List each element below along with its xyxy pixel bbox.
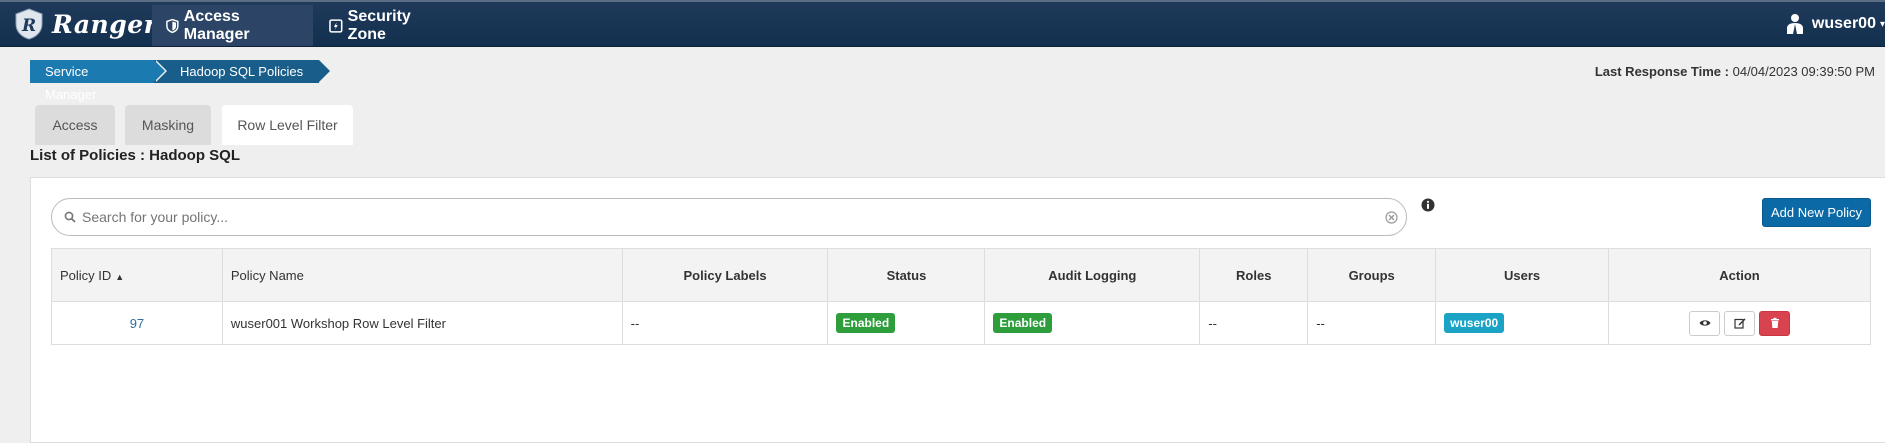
info-icon[interactable] bbox=[1421, 198, 1435, 212]
brand-name: Ranger bbox=[52, 9, 158, 39]
nav-access-manager[interactable]: Access Manager bbox=[152, 5, 313, 46]
user-menu[interactable]: wuser00 ▾ bbox=[1786, 5, 1885, 43]
nav-access-manager-label: Access Manager bbox=[183, 7, 250, 43]
col-audit-logging: Audit Logging bbox=[984, 248, 1201, 302]
policies-panel: Add New Policy Policy ID▲ Policy Name Po… bbox=[30, 177, 1885, 443]
status-badge: Enabled bbox=[836, 313, 896, 333]
clear-search-icon[interactable] bbox=[1385, 211, 1398, 224]
policies-table: Policy ID ▲ Policy Name Policy Labels Sta… bbox=[51, 248, 1871, 345]
col-policy-labels: Policy Labels bbox=[621, 248, 829, 302]
breadcrumb-service-manager[interactable]: Service Manager bbox=[30, 60, 167, 102]
navbar-top-line bbox=[0, 0, 1885, 2]
last-response-time: Last Response Time : 04/04/2023 09:39:50… bbox=[1595, 64, 1875, 79]
cell-action bbox=[1608, 301, 1871, 345]
zone-icon bbox=[329, 18, 343, 33]
col-status: Status bbox=[827, 248, 986, 302]
add-new-policy-button[interactable]: Add New Policy bbox=[1762, 198, 1871, 227]
policy-id-link[interactable]: 97 bbox=[130, 316, 144, 331]
table-header-row: Policy ID ▲ Policy Name Policy Labels Sta… bbox=[51, 248, 1871, 302]
sort-asc-icon: ▲ bbox=[115, 271, 125, 282]
col-policy-id-label: Policy ID bbox=[60, 267, 112, 283]
col-policy-name[interactable]: Policy Name bbox=[221, 248, 623, 302]
user-badge: wuser00 bbox=[1444, 313, 1505, 333]
last-response-value: 04/04/2023 09:39:50 PM bbox=[1732, 64, 1875, 79]
table-row: 97 wuser001 Workshop Row Level Filter --… bbox=[51, 301, 1871, 345]
tab-row-level-filter[interactable]: Row Level Filter bbox=[222, 105, 353, 145]
cell-groups: -- bbox=[1307, 301, 1437, 345]
delete-button[interactable] bbox=[1759, 310, 1791, 336]
col-policy-id[interactable]: Policy ID ▲ bbox=[51, 248, 223, 302]
tab-masking[interactable]: Masking bbox=[125, 105, 211, 145]
col-users: Users bbox=[1435, 248, 1610, 302]
cell-status: Enabled bbox=[827, 301, 986, 345]
eye-icon bbox=[1699, 320, 1711, 326]
page-title: List of Policies : Hadoop SQL bbox=[30, 147, 241, 164]
username: wuser00 bbox=[1811, 15, 1876, 32]
action-buttons bbox=[1609, 310, 1870, 336]
brand[interactable]: R Ranger bbox=[12, 6, 157, 42]
view-button[interactable] bbox=[1689, 310, 1721, 336]
ranger-logo-icon: R bbox=[15, 8, 43, 40]
cell-audit-logging: Enabled bbox=[984, 301, 1201, 345]
top-navbar: R Ranger Access Manager Security Zone wu… bbox=[0, 0, 1885, 47]
svg-text:R: R bbox=[21, 16, 36, 36]
breadcrumb: Service Manager Hadoop SQL Policies bbox=[30, 60, 330, 102]
user-icon bbox=[1786, 14, 1803, 34]
edit-button[interactable] bbox=[1724, 310, 1756, 336]
trash-icon bbox=[1770, 317, 1779, 328]
search-icon bbox=[64, 211, 76, 223]
nav-security-zone[interactable]: Security Zone bbox=[315, 5, 465, 46]
last-response-label: Last Response Time : bbox=[1594, 64, 1729, 79]
breadcrumb-hadoop-sql-policies[interactable]: Hadoop SQL Policies bbox=[154, 60, 330, 83]
cell-roles: -- bbox=[1199, 301, 1309, 345]
cell-policy-id: 97 bbox=[51, 301, 223, 345]
col-action: Action bbox=[1608, 248, 1871, 302]
chevron-down-icon: ▾ bbox=[1879, 18, 1885, 30]
cell-users: wuser00 bbox=[1435, 301, 1610, 345]
col-roles: Roles bbox=[1199, 248, 1309, 302]
edit-icon bbox=[1733, 318, 1746, 329]
shield-icon bbox=[166, 18, 179, 33]
cell-policy-name: wuser001 Workshop Row Level Filter bbox=[221, 301, 623, 345]
cell-policy-labels: -- bbox=[621, 301, 829, 345]
tab-access[interactable]: Access bbox=[35, 105, 115, 145]
search-box[interactable] bbox=[51, 198, 1407, 236]
audit-badge: Enabled bbox=[993, 313, 1053, 333]
col-groups: Groups bbox=[1307, 248, 1437, 302]
search-input[interactable] bbox=[82, 209, 1372, 225]
nav-security-zone-label: Security Zone bbox=[347, 7, 411, 43]
